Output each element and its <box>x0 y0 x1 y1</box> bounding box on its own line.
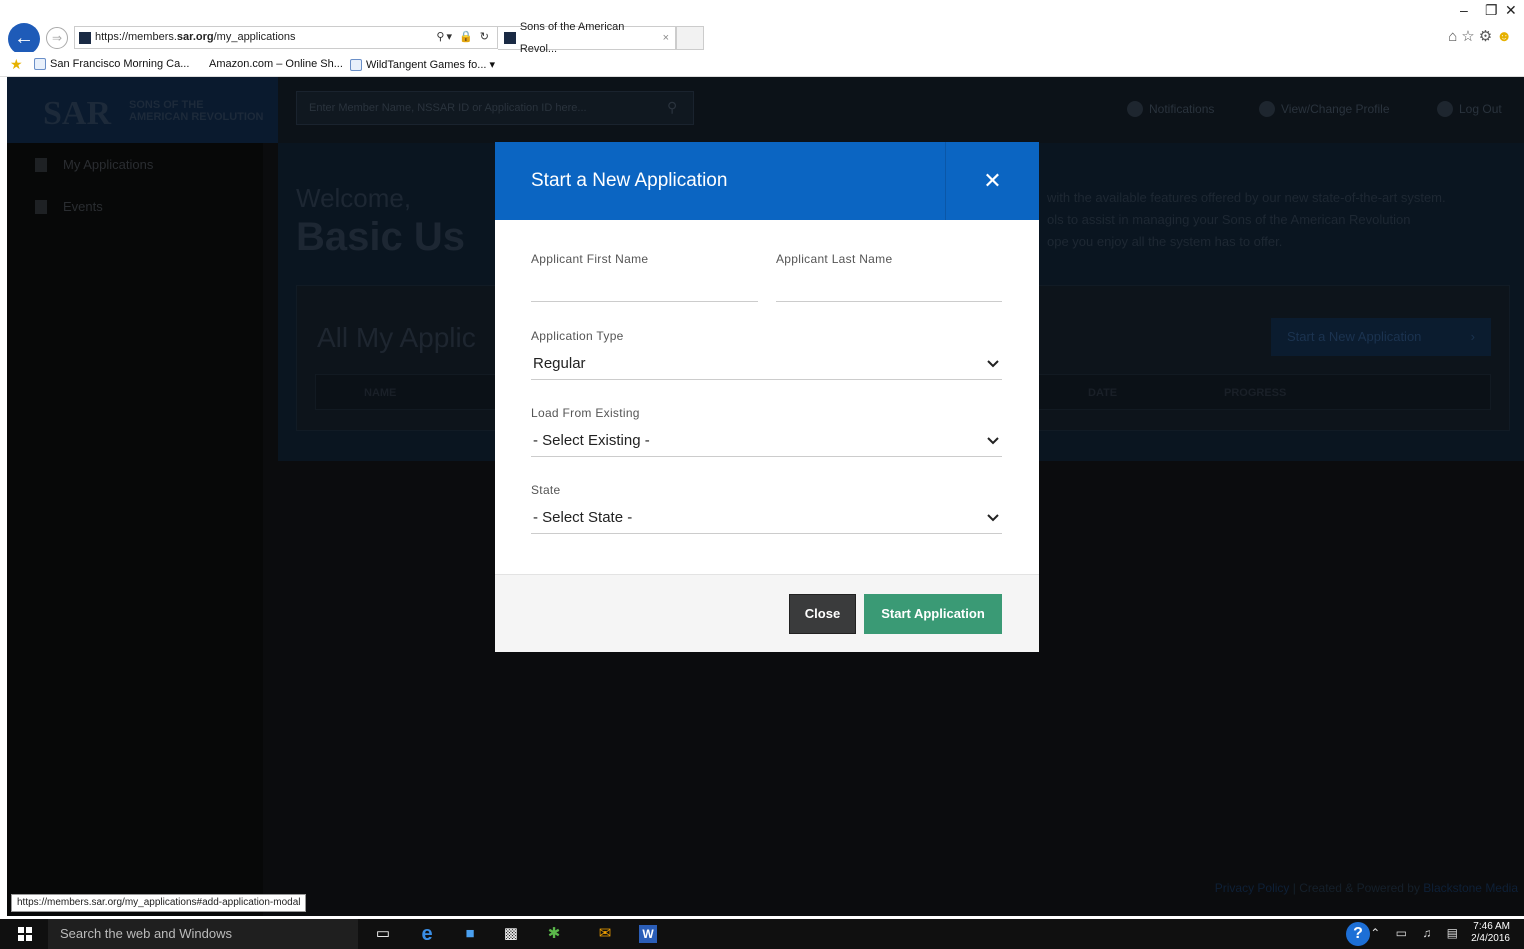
modal-title: Start a New Application <box>531 170 728 191</box>
system-tray-icons[interactable]: ⌃ ▭ ♫ ▤ <box>1370 926 1464 940</box>
windows-taskbar: Search the web and Windows ▭ e ■ ▩ ✱ ✉ W… <box>0 919 1524 949</box>
clock-time: 7:46 AM <box>1473 921 1510 932</box>
bell-icon <box>1127 101 1143 117</box>
internet-explorer-icon[interactable]: e <box>418 924 436 944</box>
file-explorer-icon[interactable]: ■ <box>461 925 479 943</box>
restore-icon[interactable]: ❐ <box>1485 2 1498 19</box>
clock-date: 2/4/2016 <box>1471 933 1510 944</box>
chevron-down-icon <box>987 514 999 522</box>
load-existing-value: - Select Existing - <box>533 432 650 449</box>
sar-logo[interactable]: SAR SONS OF THE AMERICAN REVOLUTION <box>7 77 278 143</box>
last-name-input[interactable] <box>776 276 1002 302</box>
minimize-icon[interactable]: – <box>1460 2 1468 18</box>
new-application-modal: Start a New Application ✕ Applicant Firs… <box>495 142 1039 652</box>
start-new-application-button[interactable]: Start a New Application › <box>1271 318 1491 356</box>
column-progress: PROGRESS <box>1224 387 1287 399</box>
favorite-label: Amazon.com – Online Sh... <box>209 58 343 70</box>
tab-favicon-icon <box>504 32 516 44</box>
last-name-label: Applicant Last Name <box>776 252 893 266</box>
modal-header: Start a New Application ✕ <box>495 142 1039 220</box>
sidebar-item-events[interactable]: Events <box>35 199 103 214</box>
state-select[interactable]: - Select State - <box>531 504 1002 534</box>
window-close-icon[interactable]: ✕ <box>1505 2 1517 19</box>
site-header: SAR SONS OF THE AMERICAN REVOLUTION Enter… <box>7 77 1524 143</box>
app-icon[interactable]: ✱ <box>545 925 563 943</box>
ie-page-icon <box>350 58 362 71</box>
logout-link[interactable]: Log Out <box>1437 101 1502 117</box>
address-tools-icon[interactable]: ⚲▾ 🔒 ↻ <box>436 27 491 48</box>
task-view-icon[interactable]: ▭ <box>374 925 392 943</box>
load-existing-select[interactable]: - Select Existing - <box>531 427 1002 457</box>
notifications-link[interactable]: Notifications <box>1127 101 1214 117</box>
user-name: Basic Us <box>296 215 465 259</box>
view-profile-link[interactable]: View/Change Profile <box>1259 101 1390 117</box>
modal-close-icon[interactable]: ✕ <box>945 142 1039 220</box>
application-type-select[interactable]: Regular <box>531 350 1002 380</box>
member-search-input[interactable]: Enter Member Name, NSSAR ID or Applicati… <box>296 91 694 125</box>
chevron-down-icon[interactable]: ▾ <box>490 58 496 71</box>
browser-titlebar: ← ⇒ https://members.sar.org/my_applicati… <box>0 0 1524 55</box>
logo-text: SAR <box>43 95 112 132</box>
chevron-down-icon <box>987 437 999 445</box>
logo-subtitle: SONS OF THE AMERICAN REVOLUTION <box>129 99 264 123</box>
close-button[interactable]: Close <box>789 594 856 634</box>
state-value: - Select State - <box>533 509 633 526</box>
new-tab-button[interactable] <box>676 26 704 50</box>
outlook-icon[interactable]: ✉ <box>596 925 614 943</box>
windows-start-icon[interactable] <box>18 927 32 941</box>
chevron-down-icon <box>987 360 999 368</box>
favorites-bar: ★ San Francisco Morning Ca... Amazon.com… <box>0 52 1524 77</box>
footer-credits: Privacy Policy | Created & Powered by Bl… <box>1214 881 1518 895</box>
column-date: DATE <box>1088 387 1118 399</box>
clock[interactable]: 7:46 AM 2/4/2016 <box>1471 921 1510 945</box>
browser-tab[interactable]: Sons of the American Revol... × <box>498 21 676 55</box>
favorite-link-sf[interactable]: San Francisco Morning Ca... <box>34 58 189 70</box>
favorite-label: WildTangent Games fo... <box>366 58 487 71</box>
document-icon <box>35 157 47 172</box>
favorite-link-amazon[interactable]: Amazon.com – Online Sh... <box>209 58 343 70</box>
address-bar[interactable]: https://members.sar.org/my_applications … <box>74 26 498 49</box>
browser-tool-icons[interactable]: ⌂☆⚙☻ <box>1448 27 1516 45</box>
address-url[interactable]: https://members.sar.org/my_applications <box>95 27 436 48</box>
column-name: NAME <box>364 387 397 399</box>
back-arrow-icon[interactable]: ← <box>8 23 40 55</box>
word-icon[interactable]: W <box>639 925 657 943</box>
card-title: All My Applic <box>317 322 476 353</box>
favorite-label: San Francisco Morning Ca... <box>50 58 190 70</box>
load-existing-label: Load From Existing <box>531 406 640 420</box>
sidebar: My Applications Events <box>7 143 263 916</box>
tab-close-icon[interactable]: × <box>663 27 669 49</box>
modal-footer: Close Start Application <box>495 574 1039 652</box>
favorites-star-icon[interactable]: ★ <box>10 56 23 73</box>
state-label: State <box>531 483 561 497</box>
first-name-input[interactable] <box>531 276 758 302</box>
chevron-right-icon: › <box>1470 329 1475 344</box>
sidebar-item-my-applications[interactable]: My Applications <box>35 157 153 172</box>
status-bar-link: https://members.sar.org/my_applications#… <box>11 894 307 912</box>
logout-icon <box>1437 101 1453 117</box>
blackstone-link[interactable]: Blackstone Media <box>1423 881 1518 895</box>
intro-text: with the available features offered by o… <box>1047 190 1446 249</box>
site-favicon-icon <box>79 31 91 44</box>
help-icon[interactable]: ? <box>1346 922 1370 946</box>
first-name-label: Applicant First Name <box>531 252 649 266</box>
ie-page-icon <box>34 58 46 70</box>
privacy-policy-link[interactable]: Privacy Policy <box>1215 881 1290 895</box>
store-icon[interactable]: ▩ <box>502 925 520 943</box>
user-icon <box>1259 101 1275 117</box>
forward-arrow-icon[interactable]: ⇒ <box>46 27 68 49</box>
taskbar-search[interactable]: Search the web and Windows <box>48 919 358 949</box>
welcome-text: Welcome, <box>296 183 412 213</box>
start-application-button[interactable]: Start Application <box>864 594 1002 634</box>
application-type-value: Regular <box>533 355 586 372</box>
application-type-label: Application Type <box>531 329 624 343</box>
calendar-icon <box>35 199 47 214</box>
favorite-link-wildtangent[interactable]: WildTangent Games fo... ▾ <box>350 58 495 71</box>
